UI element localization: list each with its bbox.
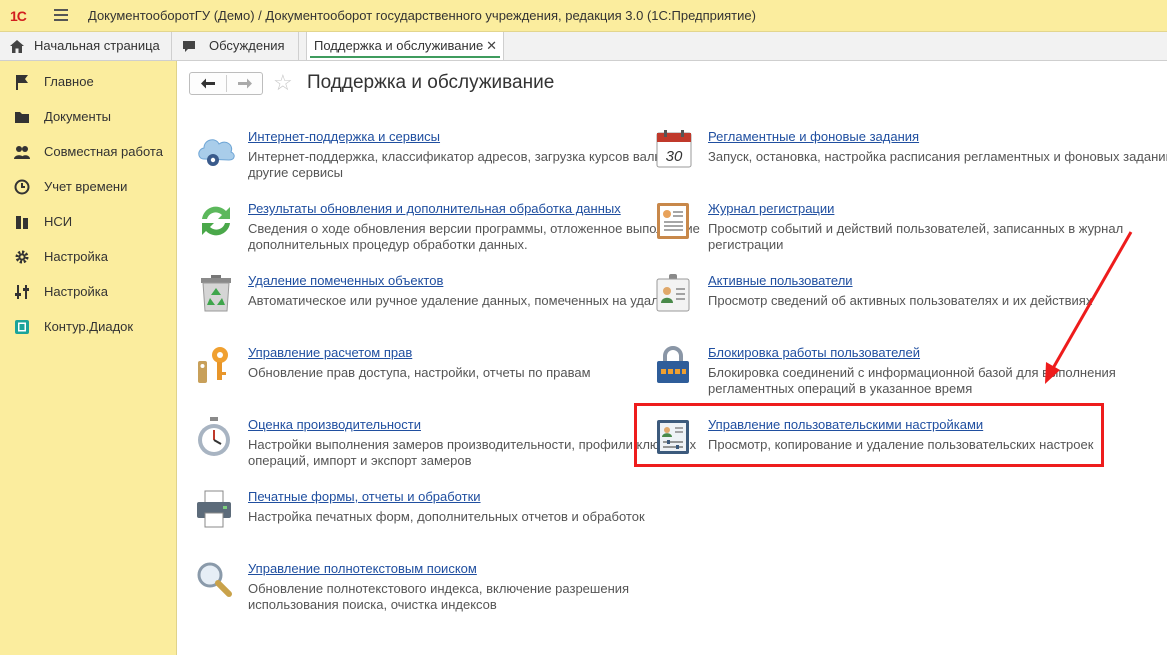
sidebar-item-documents[interactable]: Документы (0, 102, 176, 132)
gear-icon (15, 250, 29, 264)
title-bar: 1С ДокументооборотГУ (Демо) / Документоо… (0, 0, 1167, 32)
window-title: ДокументооборотГУ (Демо) / Документообор… (88, 8, 756, 23)
cloud-gear-icon (198, 139, 235, 166)
calendar-day-label: 30 (666, 148, 683, 165)
list-item: Блокировка работы пользователей Блокиров… (656, 345, 1116, 405)
tab-support[interactable]: Поддержка и обслуживание ✕ (306, 32, 504, 60)
left-item-description: Настройка печатных форм, дополнительных … (248, 509, 645, 524)
books-icon (16, 216, 28, 229)
tab-discussions[interactable]: Обсуждения (172, 32, 299, 60)
right-item-title[interactable]: Журнал регистрации (708, 201, 834, 216)
left-item-title[interactable]: Управление расчетом прав (248, 345, 412, 360)
navigation-buttons (189, 72, 263, 95)
sidebar-item-settings[interactable]: Настройка (0, 242, 176, 272)
stopwatch-icon (198, 417, 230, 456)
tab-label: Начальная страница (34, 38, 160, 53)
sidebar-item-label: Главное (44, 74, 94, 89)
favorite-star-icon[interactable]: ☆ (273, 72, 293, 94)
list-item: Управление полнотекстовым поиском Обновл… (196, 561, 636, 621)
tab-bar: Начальная страница Обсуждения Поддержка … (0, 32, 1167, 61)
right-item-title[interactable]: Активные пользователи (708, 273, 853, 288)
tab-label: Поддержка и обслуживание (314, 38, 484, 53)
arrow-right-icon (238, 78, 252, 89)
id-card-icon (656, 274, 690, 312)
keys-icon (198, 347, 228, 383)
forward-button[interactable] (227, 73, 263, 94)
left-item-title[interactable]: Удаление помеченных объектов (248, 273, 443, 288)
highlight-box (634, 403, 1104, 467)
right-item-description: Запуск, остановка, настройка расписания … (708, 149, 1167, 164)
folder-icon (15, 112, 29, 123)
sidebar-item-main[interactable]: Главное (0, 67, 176, 97)
sidebar-item-label: Совместная работа (44, 144, 163, 159)
list-item: Оценка производительности Настройки выпо… (196, 417, 696, 477)
sliders-icon (15, 285, 29, 299)
list-item: Активные пользователи Просмотр сведений … (656, 273, 1096, 333)
list-item: Результаты обновления и дополнительная о… (196, 201, 700, 261)
left-item-description: Сведения о ходе обновления версии програ… (248, 221, 700, 252)
tab-home[interactable]: Начальная страница (0, 32, 172, 60)
sidebar-item-label: НСИ (44, 214, 73, 229)
sidebar-item-label: Контур.Диадок (44, 319, 134, 334)
list-item: Печатные формы, отчеты и обработки Настр… (196, 489, 645, 549)
clock-icon (14, 179, 30, 195)
journal-icon (657, 203, 689, 239)
right-item-title[interactable]: Регламентные и фоновые задания (708, 129, 919, 144)
sidebar: Главное Документы Совместная работа Учет… (0, 61, 177, 655)
flag-icon (16, 75, 28, 90)
printer-icon (197, 490, 231, 528)
tab-label: Обсуждения (209, 38, 285, 53)
home-icon (10, 40, 24, 53)
right-item-description: Просмотр событий и действий пользователе… (708, 221, 1124, 252)
left-item-description: Автоматическое или ручное удаление данны… (248, 293, 688, 308)
list-item: Журнал регистрации Просмотр событий и де… (656, 201, 1123, 261)
padlock-icon (657, 346, 689, 383)
chat-icon (183, 41, 195, 52)
refresh-icon (202, 206, 230, 236)
left-item-title[interactable]: Управление полнотекстовым поиском (248, 561, 477, 576)
magnifier-icon (197, 562, 232, 597)
list-item: 30 Регламентные и фоновые задания Запуск… (656, 129, 1167, 189)
list-item: Управление расчетом прав Обновление прав… (196, 345, 636, 405)
sidebar-item-label: Документы (44, 109, 112, 124)
list-item: Удаление помеченных объектов Автоматичес… (196, 273, 688, 333)
sidebar-item-time-tracking[interactable]: Учет времени (0, 172, 176, 202)
calendar-icon: 30 (656, 130, 692, 168)
right-item-title[interactable]: Блокировка работы пользователей (708, 345, 920, 360)
sidebar-item-diadoc[interactable]: Контур.Диадок (0, 312, 176, 342)
sidebar-item-label: Настройка (44, 249, 108, 264)
sidebar-item-nsi[interactable]: НСИ (0, 207, 176, 237)
left-item-title[interactable]: Печатные формы, отчеты и обработки (248, 489, 481, 504)
left-item-title[interactable]: Результаты обновления и дополнительная о… (248, 201, 621, 216)
list-item: Интернет-поддержка и сервисы Интернет-по… (196, 129, 681, 189)
diadoc-icon (15, 320, 29, 334)
close-tab-icon[interactable]: ✕ (486, 32, 497, 60)
arrow-left-icon (201, 78, 215, 89)
main-menu-icon[interactable] (54, 9, 68, 21)
left-item-title[interactable]: Интернет-поддержка и сервисы (248, 129, 440, 144)
sidebar-item-settings-2[interactable]: Настройка (0, 277, 176, 307)
left-item-description: Обновление прав доступа, настройки, отче… (248, 365, 591, 380)
page-title: Поддержка и обслуживание (307, 72, 555, 93)
right-item-description: Просмотр сведений об активных пользовате… (708, 293, 1093, 308)
sidebar-item-label: Учет времени (44, 179, 128, 194)
recycle-bin-icon (201, 275, 231, 312)
left-item-description: Обновление полнотекстового индекса, вклю… (248, 581, 630, 612)
people-icon (14, 146, 30, 159)
app-logo: 1С (10, 8, 27, 24)
right-item-description: Блокировка соединений с информационной б… (708, 365, 1116, 396)
back-button[interactable] (190, 73, 226, 94)
left-item-title[interactable]: Оценка производительности (248, 417, 421, 432)
sidebar-item-collaboration[interactable]: Совместная работа (0, 137, 176, 167)
sidebar-item-label: Настройка (44, 284, 108, 299)
left-item-description: Интернет-поддержка, классификатор адресо… (248, 149, 681, 180)
